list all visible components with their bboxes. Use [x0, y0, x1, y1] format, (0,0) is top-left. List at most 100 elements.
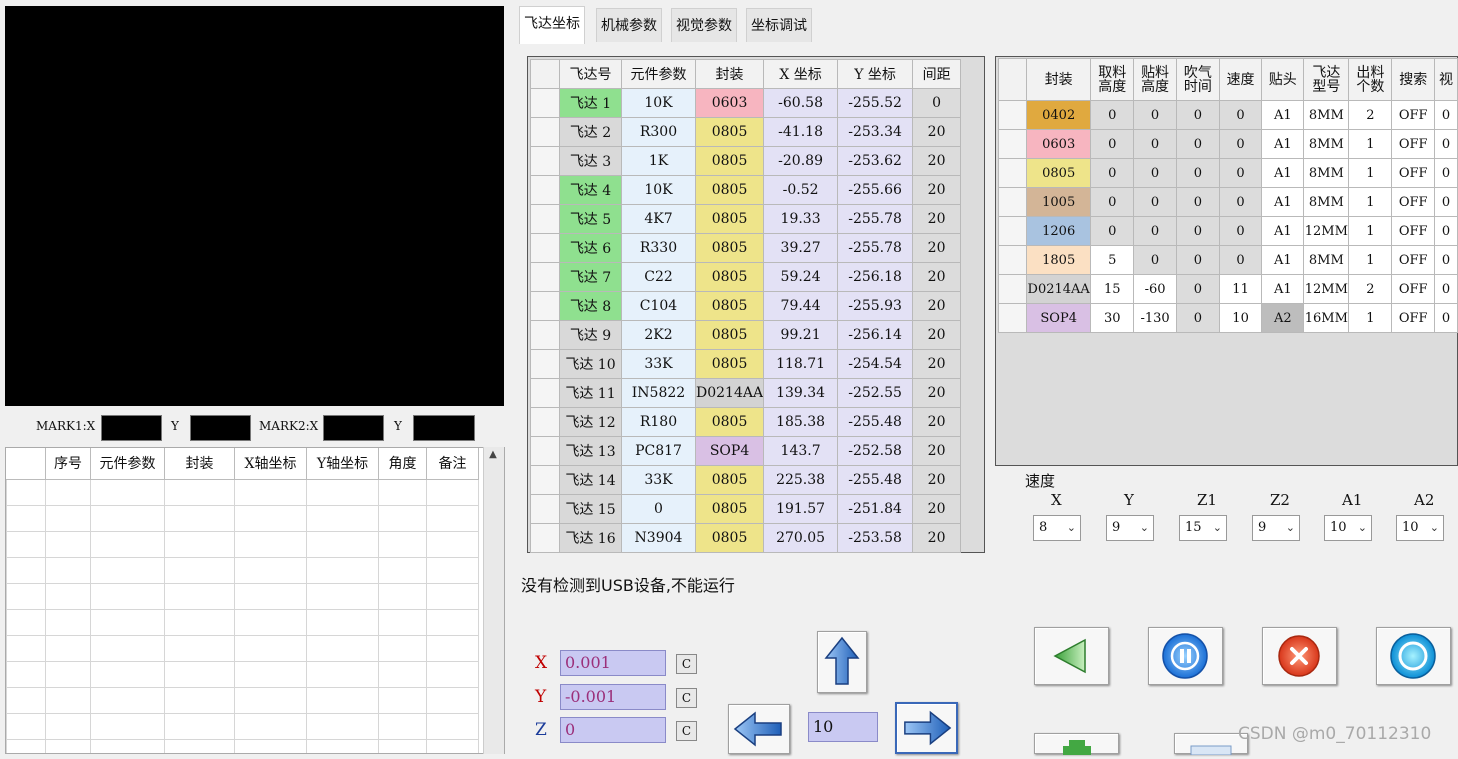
feeder-cell-pkg[interactable]: SOP4	[694, 436, 765, 466]
table-row[interactable]: 飞达 12 R180 0805 185.38 -255.48 20	[530, 407, 962, 437]
stop-button[interactable]	[1262, 627, 1337, 685]
table-row[interactable]: 飞达 6 R330 0805 39.27 -255.78 20	[530, 233, 962, 263]
add-button[interactable]	[1034, 733, 1119, 755]
row-selector[interactable]	[997, 129, 1028, 159]
table-cell[interactable]	[6, 608, 46, 636]
mark1-y-field[interactable]	[190, 415, 251, 441]
feeder-cell-part[interactable]: PC817	[621, 436, 696, 466]
package-cell-last[interactable]: 0	[1433, 129, 1458, 159]
feeder-cell-part[interactable]: 0	[621, 494, 696, 524]
package-cell-feeder_type[interactable]: 8MM	[1303, 100, 1350, 130]
table-cell[interactable]	[378, 634, 427, 662]
feeder-cell-part[interactable]: 2K2	[621, 320, 696, 350]
table-cell[interactable]	[6, 686, 46, 714]
placement-list-header[interactable]: X轴坐标	[234, 448, 307, 480]
table-cell[interactable]	[164, 504, 235, 532]
feeder-cell-pitch[interactable]: 20	[912, 465, 962, 495]
row-selector[interactable]	[530, 117, 560, 147]
feeder-cell-feeder[interactable]: 飞达 13	[559, 436, 622, 466]
row-selector[interactable]	[530, 204, 560, 234]
feeder-cell-x[interactable]: 191.57	[763, 494, 839, 524]
feeder-cell-pkg[interactable]: 0805	[694, 465, 765, 495]
package-cell-pick_h[interactable]: 0	[1090, 158, 1135, 188]
table-cell[interactable]	[234, 660, 307, 688]
row-selector[interactable]	[997, 187, 1028, 217]
package-table-header[interactable]: 贴头	[1261, 58, 1305, 101]
package-cell-speed[interactable]: 0	[1218, 100, 1263, 130]
feeder-cell-x[interactable]: 79.44	[763, 291, 839, 321]
table-row[interactable]	[6, 530, 479, 558]
feeder-cell-x[interactable]: 99.21	[763, 320, 839, 350]
feeder-cell-pitch[interactable]: 0	[912, 88, 962, 118]
row-selector[interactable]	[530, 436, 560, 466]
feeder-cell-y[interactable]: -255.78	[837, 233, 914, 263]
package-cell-speed[interactable]: 11	[1218, 274, 1263, 304]
package-cell-count[interactable]: 1	[1348, 216, 1393, 246]
feeder-cell-part[interactable]: R300	[621, 117, 696, 147]
table-row[interactable]	[6, 478, 479, 506]
feeder-cell-feeder[interactable]: 飞达 7	[559, 262, 622, 292]
table-row[interactable]: 0805 0 0 0 0 A1 8MM 1 OFF 0	[997, 158, 1458, 188]
row-selector[interactable]	[530, 465, 560, 495]
table-row[interactable]: 0603 0 0 0 0 A1 8MM 1 OFF 0	[997, 129, 1458, 159]
row-selector[interactable]	[997, 216, 1028, 246]
package-cell-speed[interactable]: 0	[1218, 216, 1263, 246]
feeder-cell-pitch[interactable]: 20	[912, 436, 962, 466]
feeder-cell-x[interactable]: -20.89	[763, 146, 839, 176]
table-cell[interactable]	[378, 660, 427, 688]
package-cell-pick_h[interactable]: 0	[1090, 216, 1135, 246]
table-cell[interactable]	[378, 686, 427, 714]
feeder-cell-y[interactable]: -256.14	[837, 320, 914, 350]
feeder-cell-pitch[interactable]: 20	[912, 204, 962, 234]
table-row[interactable]: 飞达 3 1K 0805 -20.89 -253.62 20	[530, 146, 962, 176]
package-cell-place_h[interactable]: 0	[1133, 100, 1177, 130]
feeder-cell-pitch[interactable]: 20	[912, 175, 962, 205]
feeder-cell-part[interactable]: C104	[621, 291, 696, 321]
tab-mechanical-params[interactable]: 机械参数	[596, 8, 662, 42]
package-cell-last[interactable]: 0	[1433, 274, 1458, 304]
feeder-cell-x[interactable]: -41.18	[763, 117, 839, 147]
feeder-cell-y[interactable]: -255.48	[837, 465, 914, 495]
feeder-cell-x[interactable]: 139.34	[763, 378, 839, 408]
tab-feeder-coords[interactable]: 飞达坐标	[519, 6, 585, 44]
table-cell[interactable]	[90, 712, 165, 740]
x-clear-button[interactable]: C	[676, 654, 697, 674]
package-cell-pkg[interactable]: 0805	[1026, 158, 1092, 188]
table-cell[interactable]	[234, 556, 307, 584]
table-row[interactable]	[6, 608, 479, 636]
placement-list-header[interactable]: 序号	[45, 448, 91, 480]
package-cell-place_h[interactable]: 0	[1133, 158, 1177, 188]
feeder-cell-pitch[interactable]: 20	[912, 262, 962, 292]
package-cell-pick_h[interactable]: 15	[1090, 274, 1135, 304]
package-cell-last[interactable]: 0	[1433, 187, 1458, 217]
feeder-cell-part[interactable]: IN5822	[621, 378, 696, 408]
placement-list-header[interactable]: 备注	[426, 448, 479, 480]
table-cell[interactable]	[6, 504, 46, 532]
feeder-cell-feeder[interactable]: 飞达 4	[559, 175, 622, 205]
table-cell[interactable]	[426, 478, 479, 506]
table-cell[interactable]	[426, 634, 479, 662]
placement-list-header[interactable]	[6, 448, 46, 480]
table-row[interactable]	[6, 660, 479, 688]
feeder-cell-y[interactable]: -252.58	[837, 436, 914, 466]
table-row[interactable]	[6, 686, 479, 714]
table-cell[interactable]	[306, 660, 379, 688]
feeder-cell-pitch[interactable]: 20	[912, 117, 962, 147]
package-cell-place_h[interactable]: -60	[1133, 274, 1177, 304]
table-cell[interactable]	[164, 530, 235, 558]
package-cell-pkg[interactable]: 1805	[1026, 245, 1092, 275]
scroll-up-icon[interactable]: ▲	[483, 449, 503, 467]
package-cell-pkg[interactable]: 0402	[1026, 100, 1092, 130]
run-button[interactable]	[1376, 627, 1451, 685]
feeder-cell-x[interactable]: 143.7	[763, 436, 839, 466]
package-cell-count[interactable]: 1	[1348, 187, 1393, 217]
package-cell-count[interactable]: 1	[1348, 158, 1393, 188]
table-row[interactable]	[6, 712, 479, 740]
feeder-table-header[interactable]: 元件参数	[621, 59, 696, 89]
mark2-y-field[interactable]	[413, 415, 475, 441]
table-cell[interactable]	[45, 738, 91, 753]
table-cell[interactable]	[234, 478, 307, 506]
table-row[interactable]: SOP4 30 -130 0 10 A2 16MM 1 OFF 0	[997, 303, 1458, 333]
package-table-header[interactable]: 吹气时间	[1175, 58, 1220, 101]
table-row[interactable]: 飞达 14 33K 0805 225.38 -255.48 20	[530, 465, 962, 495]
